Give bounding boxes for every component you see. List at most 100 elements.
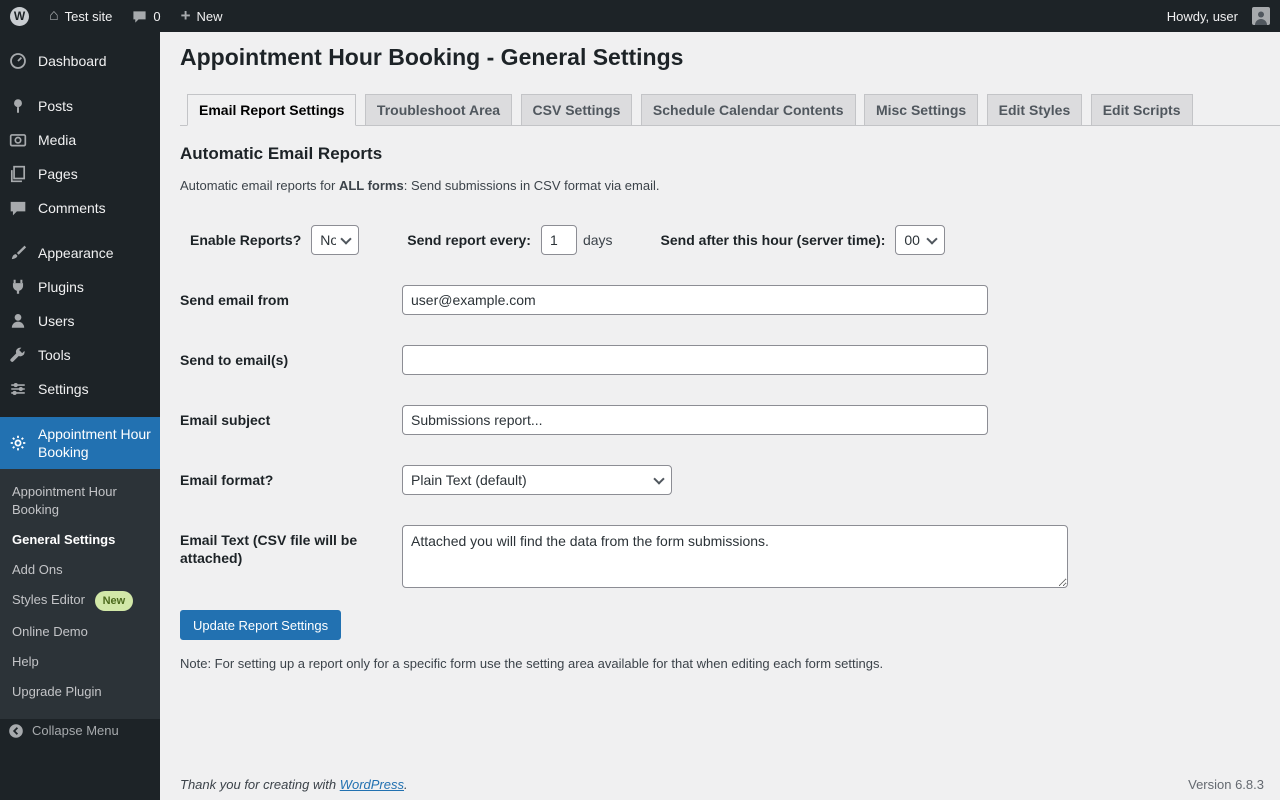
intro-suffix: : Send submissions in CSV format via ema…	[403, 178, 660, 193]
speech-bubble-icon	[8, 198, 28, 218]
new-content-button[interactable]: + New	[171, 0, 233, 32]
submenu-item-label: Styles Editor	[12, 592, 85, 607]
send-hour-label: Send after this hour (server time):	[660, 232, 886, 248]
account-menu[interactable]: Howdy, user	[1157, 0, 1280, 32]
send-hour-select[interactable]: 00	[895, 225, 946, 255]
wp-logo-button[interactable]: W	[0, 0, 39, 32]
wordpress-link[interactable]: WordPress	[340, 777, 404, 792]
sidebar-item-appearance[interactable]: Appearance	[0, 236, 160, 270]
email-format-label: Email format?	[180, 472, 274, 488]
sidebar-item-label: Tools	[38, 347, 71, 363]
sidebar-item-label: Pages	[38, 166, 78, 182]
comments-link[interactable]: 0	[122, 0, 170, 32]
send-every-label: Send report every:	[407, 232, 531, 248]
sliders-icon	[8, 379, 28, 399]
collapse-label: Collapse Menu	[32, 723, 119, 738]
menu-separator	[0, 78, 160, 89]
sidebar-item-label: Plugins	[38, 279, 84, 295]
intro-prefix: Automatic email reports for	[180, 178, 339, 193]
sidebar-item-pages[interactable]: Pages	[0, 157, 160, 191]
note-text: Note: For setting up a report only for a…	[180, 656, 884, 671]
new-badge: New	[94, 591, 134, 611]
submenu-item-help[interactable]: Help	[0, 647, 160, 677]
email-text-row: Email Text (CSV file will be attached) A…	[180, 525, 1260, 588]
tab-schedule-calendar-contents[interactable]: Schedule Calendar Contents	[640, 94, 856, 126]
email-to-input[interactable]	[402, 345, 988, 375]
howdy-text: Howdy, user	[1166, 8, 1238, 24]
thanks-prefix: Thank you for creating with	[180, 777, 340, 792]
plug-icon	[8, 277, 28, 297]
tab-edit-scripts[interactable]: Edit Scripts	[1090, 94, 1193, 126]
email-to-label: Send to email(s)	[180, 352, 289, 368]
sidebar-item-dashboard[interactable]: Dashboard	[0, 44, 160, 78]
site-name-link[interactable]: ⌂ Test site	[39, 0, 122, 32]
sidebar-item-appointment-hour-booking[interactable]: Appointment Hour Booking	[0, 417, 160, 469]
collapse-arrow-icon	[8, 723, 24, 739]
sidebar-item-posts[interactable]: Posts	[0, 89, 160, 123]
sidebar-item-tools[interactable]: Tools	[0, 338, 160, 372]
comments-bubble-icon	[132, 9, 147, 24]
sidebar-item-comments[interactable]: Comments	[0, 191, 160, 225]
days-label: days	[582, 232, 613, 248]
section-title: Automatic Email Reports	[180, 144, 383, 163]
sidebar-item-label: Appearance	[38, 245, 114, 261]
submenu-item-appointment-hour-booking[interactable]: Appointment Hour Booking	[0, 477, 160, 525]
sidebar-item-media[interactable]: Media	[0, 123, 160, 157]
collapse-menu-button[interactable]: Collapse Menu	[0, 719, 160, 742]
tab-troubleshoot-area[interactable]: Troubleshoot Area	[364, 94, 513, 126]
menu-separator	[0, 406, 160, 417]
new-label: New	[196, 8, 223, 24]
intro-text: Automatic email reports for ALL forms: S…	[180, 178, 1260, 193]
submenu-item-add-ons[interactable]: Add Ons	[0, 555, 160, 585]
email-subject-row: Email subject	[180, 405, 1260, 435]
plus-icon: +	[180, 5, 191, 25]
email-format-select[interactable]: Plain Text (default)	[402, 465, 672, 495]
update-report-settings-button[interactable]: Update Report Settings	[180, 610, 342, 640]
comments-count: 0	[153, 8, 161, 24]
email-subject-label: Email subject	[180, 412, 271, 428]
admin-footer: Thank you for creating with WordPress. V…	[180, 777, 1264, 792]
admin-bar: W ⌂ Test site 0 + New Howdy, user	[0, 0, 1280, 32]
tab-email-report-settings[interactable]: Email Report Settings	[187, 94, 357, 126]
email-from-row: Send email from	[180, 285, 1260, 315]
email-text-area[interactable]: Attached you will find the data from the…	[402, 525, 1068, 588]
brush-icon	[8, 243, 28, 263]
enable-reports-select[interactable]: No	[311, 225, 360, 255]
email-subject-input[interactable]	[402, 405, 988, 435]
sidebar-item-label: Settings	[38, 381, 89, 397]
submenu-item-upgrade-plugin[interactable]: Upgrade Plugin	[0, 677, 160, 707]
avatar	[1252, 7, 1270, 25]
wordpress-logo-icon: W	[10, 6, 29, 26]
email-format-row: Email format? Plain Text (default)	[180, 465, 1260, 495]
tab-misc-settings[interactable]: Misc Settings	[863, 94, 979, 126]
wrench-icon	[8, 345, 28, 365]
page-title: Appointment Hour Booking - General Setti…	[180, 44, 684, 70]
admin-sidebar: Dashboard Posts Media Pages Comments App…	[0, 32, 160, 800]
sidebar-item-label: Appointment Hour Booking	[38, 426, 151, 460]
email-to-row: Send to email(s)	[180, 345, 1260, 375]
submenu-item-styles-editor[interactable]: Styles Editor New	[0, 585, 160, 617]
menu-separator	[0, 225, 160, 236]
sidebar-item-plugins[interactable]: Plugins	[0, 270, 160, 304]
footer-thanks: Thank you for creating with WordPress.	[180, 777, 408, 792]
sidebar-item-settings[interactable]: Settings	[0, 372, 160, 406]
home-icon: ⌂	[49, 7, 59, 24]
tab-edit-styles[interactable]: Edit Styles	[986, 94, 1083, 126]
settings-tabs: Email Report Settings Troubleshoot Area …	[180, 94, 1280, 126]
person-icon	[8, 311, 28, 331]
camera-icon	[8, 130, 28, 150]
intro-bold: ALL forms	[338, 178, 404, 193]
email-text-label: Email Text (CSV file will be attached)	[180, 532, 358, 566]
send-every-input[interactable]	[540, 225, 577, 255]
submenu-item-general-settings[interactable]: General Settings	[0, 525, 160, 555]
email-from-input[interactable]	[402, 285, 988, 315]
pushpin-icon	[8, 96, 28, 116]
sidebar-item-users[interactable]: Users	[0, 304, 160, 338]
enable-reports-label: Enable Reports?	[190, 232, 302, 248]
submenu-item-online-demo[interactable]: Online Demo	[0, 617, 160, 647]
tab-csv-settings[interactable]: CSV Settings	[520, 94, 633, 126]
sidebar-item-label: Dashboard	[38, 53, 107, 69]
email-from-label: Send email from	[180, 292, 289, 308]
sidebar-item-label: Comments	[38, 200, 106, 216]
plugin-submenu: Appointment Hour Booking General Setting…	[0, 469, 160, 719]
